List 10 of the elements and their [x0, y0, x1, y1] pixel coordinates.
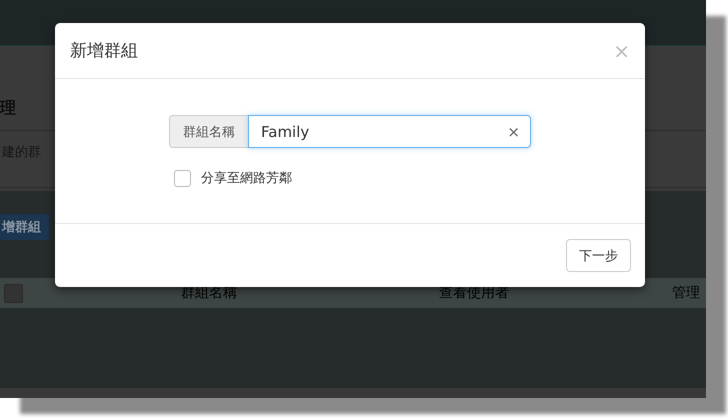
dialog-title: 新增群組: [70, 40, 138, 62]
add-group-button[interactable]: 增群組: [0, 214, 49, 240]
group-name-field[interactable]: Family ×: [248, 115, 531, 148]
share-checkbox-label: 分享至網路芳鄰: [201, 170, 292, 187]
next-button[interactable]: 下一步: [566, 239, 631, 272]
column-header: 管理: [671, 284, 701, 302]
share-checkbox[interactable]: [174, 170, 191, 186]
select-all-checkbox[interactable]: [4, 284, 23, 302]
field-label: 群組名稱: [169, 115, 248, 148]
clear-button[interactable]: ×: [507, 122, 520, 140]
